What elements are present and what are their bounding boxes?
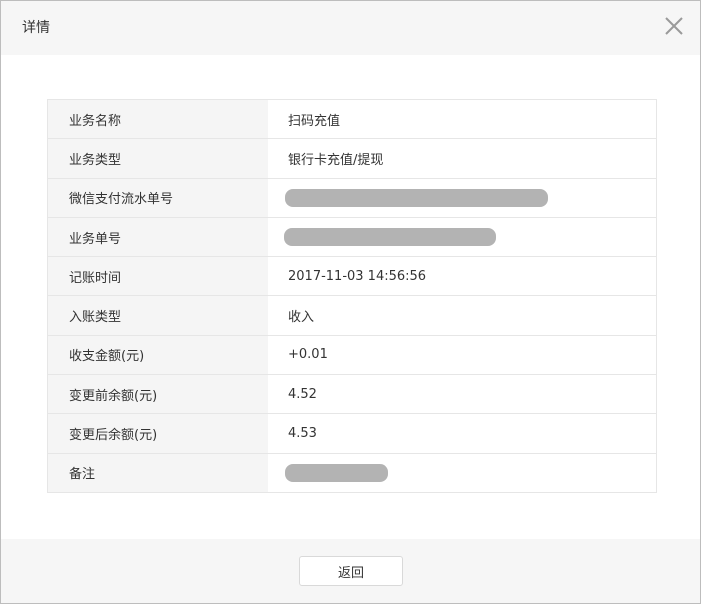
table-row: 微信支付流水单号 [47, 177, 657, 218]
row-value: 4.52 [268, 374, 657, 415]
table-row: 备注 [47, 452, 657, 493]
redacted-block [284, 228, 496, 247]
table-row: 记账时间 2017-11-03 14:56:56 [47, 256, 657, 297]
table-row: 业务名称 扫码充值 [47, 98, 657, 140]
dialog-header: 详情 [1, 1, 700, 55]
table-row: 业务类型 银行卡充值/提现 [47, 138, 657, 179]
table-row: 变更后余额(元) 4.53 [47, 413, 657, 454]
row-value: 银行卡充值/提现 [268, 138, 657, 179]
detail-dialog: 详情 业务名称 扫码充值 业务类型 银行卡充值/提现 微信支付流水单号 业务单号… [0, 0, 701, 604]
row-label: 业务类型 [47, 138, 268, 179]
table-row: 业务单号 [47, 216, 657, 258]
dialog-title: 详情 [22, 20, 50, 36]
dialog-content: 业务名称 扫码充值 业务类型 银行卡充值/提现 微信支付流水单号 业务单号 记账… [1, 55, 700, 539]
amount-value: +0.01 [268, 334, 657, 376]
row-label: 记账时间 [47, 256, 268, 297]
redacted-block [285, 188, 548, 207]
row-label: 收支金额(元) [47, 334, 268, 376]
close-icon[interactable] [662, 14, 686, 38]
row-label: 微信支付流水单号 [47, 177, 268, 218]
detail-table: 业务名称 扫码充值 业务类型 银行卡充值/提现 微信支付流水单号 业务单号 记账… [47, 98, 657, 493]
dialog-footer: 返回 [1, 539, 700, 603]
redacted-block [285, 463, 388, 482]
table-row: 入账类型 收入 [47, 295, 657, 336]
table-row: 变更前余额(元) 4.52 [47, 374, 657, 415]
row-label: 备注 [47, 452, 268, 493]
row-label: 业务单号 [47, 216, 268, 258]
row-value-redacted [268, 452, 657, 493]
row-label: 业务名称 [47, 98, 268, 140]
row-label: 变更后余额(元) [47, 413, 268, 454]
row-value-redacted [268, 177, 657, 218]
row-value: 收入 [268, 295, 657, 336]
row-value: 4.53 [268, 413, 657, 454]
row-value: 扫码充值 [268, 98, 657, 140]
row-value: 2017-11-03 14:56:56 [268, 256, 657, 297]
row-label: 入账类型 [47, 295, 268, 336]
row-label: 变更前余额(元) [47, 374, 268, 415]
back-button[interactable]: 返回 [299, 556, 403, 586]
row-value-redacted [268, 216, 657, 258]
table-row: 收支金额(元) +0.01 [47, 334, 657, 376]
